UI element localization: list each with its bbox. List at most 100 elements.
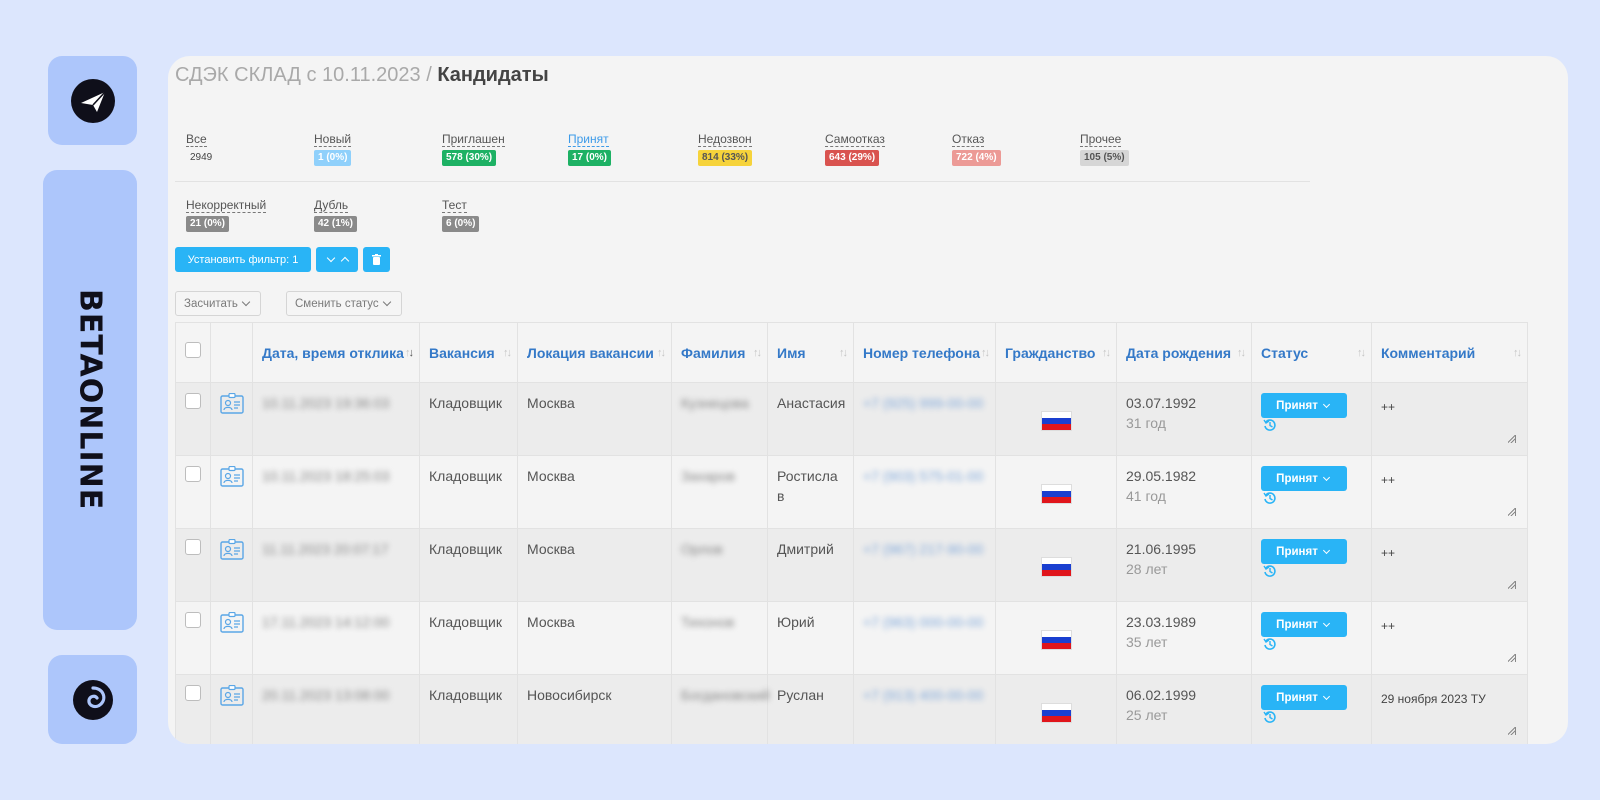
profile-card-icon[interactable]: [220, 538, 244, 560]
profile-card-icon[interactable]: [220, 684, 244, 706]
history-icon[interactable]: [1263, 418, 1277, 432]
cell-citizenship: [995, 528, 1117, 602]
stat-other[interactable]: Прочее 105 (5%): [1080, 132, 1129, 166]
stat-new[interactable]: Новый 1 (0%): [314, 132, 352, 166]
stat-no-answer[interactable]: Недозвон 814 (33%): [698, 132, 753, 166]
col-header-datetime[interactable]: Дата, время отклика ↑↓: [252, 322, 420, 383]
stat-invited[interactable]: Приглашен 578 (30%): [442, 132, 505, 166]
sort-icon[interactable]: ↑↓: [1237, 343, 1246, 363]
resize-handle-icon[interactable]: [1508, 581, 1516, 589]
age-value: 41 год: [1126, 488, 1166, 504]
stat-incorrect[interactable]: Некорректный 21 (0%): [186, 198, 267, 232]
logo-tile[interactable]: [48, 56, 137, 145]
status-dropdown[interactable]: Принят: [1261, 612, 1347, 637]
phone-link[interactable]: +7 (913) 400-00-00: [863, 687, 983, 703]
col-header-location[interactable]: Локация вакансии ↑↓: [517, 322, 672, 383]
table-row[interactable]: 10.11.2023 19:36:03 Кладовщик Москва Куз…: [175, 382, 1528, 456]
sort-icon[interactable]: ↑↓: [1357, 343, 1366, 363]
cell-name: Дмитрий: [767, 528, 854, 602]
change-status-dropdown[interactable]: Сменить статус: [286, 291, 402, 316]
sort-icon[interactable]: ↑↓: [405, 343, 414, 363]
cell-comment[interactable]: 29 ноября 2023 ТУ: [1371, 674, 1528, 744]
cell-surname: Кузнецова: [671, 382, 768, 456]
sort-icon[interactable]: ↑↓: [1102, 343, 1111, 363]
row-checkbox[interactable]: [185, 539, 201, 555]
status-label: Принят: [1276, 472, 1318, 485]
comment-field[interactable]: ++: [1381, 393, 1518, 443]
row-checkbox[interactable]: [185, 685, 201, 701]
comment-field[interactable]: ++: [1381, 612, 1518, 662]
col-header-status[interactable]: Статус ↑↓: [1251, 322, 1372, 383]
col-header-vacancy[interactable]: Вакансия ↑↓: [419, 322, 518, 383]
stat-accepted[interactable]: Принят 17 (0%): [568, 132, 612, 166]
col-header-birthdate[interactable]: Дата рождения ↑↓: [1116, 322, 1252, 383]
sort-icon[interactable]: ↑↓: [503, 343, 512, 363]
cell-comment[interactable]: ++: [1371, 528, 1528, 602]
stat-self-refusal[interactable]: Самоотказ 643 (29%): [825, 132, 885, 166]
cell-surname: Тихонов: [671, 601, 768, 675]
select-all-checkbox[interactable]: [185, 342, 201, 358]
cell-surname: Богдановский: [671, 674, 770, 744]
row-checkbox[interactable]: [185, 466, 201, 482]
expand-collapse-button[interactable]: [316, 247, 358, 272]
stat-label: Новый: [314, 132, 352, 147]
sort-icon[interactable]: ↑↓: [753, 343, 762, 363]
sort-icon[interactable]: ↑↓: [839, 343, 848, 363]
history-icon[interactable]: [1263, 710, 1277, 724]
col-header-phone[interactable]: Номер телефона ↑↓: [853, 322, 996, 383]
sort-icon[interactable]: ↑↓: [981, 343, 990, 363]
row-checkbox[interactable]: [185, 612, 201, 628]
status-dropdown[interactable]: Принят: [1261, 685, 1347, 710]
stat-duplicate[interactable]: Дубль 42 (1%): [314, 198, 358, 232]
status-label: Принят: [1276, 618, 1318, 631]
profile-card-icon[interactable]: [220, 392, 244, 414]
table-row[interactable]: 17.11.2023 14:12:00 Кладовщик Москва Тих…: [175, 601, 1528, 675]
phone-link[interactable]: +7 (925) 999-00-00: [863, 395, 983, 411]
table-row[interactable]: 11.11.2023 20:07:17 Кладовщик Москва Орл…: [175, 528, 1528, 602]
breadcrumb-parent[interactable]: СДЭК СКЛАД с 10.11.2023: [175, 64, 421, 86]
name-value: Ростисла в: [777, 468, 838, 504]
comment-field[interactable]: ++: [1381, 466, 1518, 516]
stat-refusal[interactable]: Отказ 722 (4%): [952, 132, 1001, 166]
phone-link[interactable]: +7 (903) 575-01-00: [863, 468, 983, 484]
col-header-surname[interactable]: Фамилия ↑↓: [671, 322, 768, 383]
history-icon[interactable]: [1263, 637, 1277, 651]
cell-comment[interactable]: ++: [1371, 455, 1528, 529]
resize-handle-icon[interactable]: [1508, 654, 1516, 662]
swirl-tile[interactable]: [48, 655, 137, 744]
breadcrumb: СДЭК СКЛАД с 10.11.2023 / Кандидаты: [175, 64, 549, 87]
stat-test[interactable]: Тест 6 (0%): [442, 198, 480, 232]
comment-field[interactable]: 29 ноября 2023 ТУ: [1381, 685, 1518, 735]
history-icon[interactable]: [1263, 491, 1277, 505]
row-checkbox[interactable]: [185, 393, 201, 409]
sort-icon[interactable]: ↑↓: [657, 343, 666, 363]
col-header-comment[interactable]: Комментарий ↑↓: [1371, 322, 1528, 383]
resize-handle-icon[interactable]: [1508, 435, 1516, 443]
set-filter-button[interactable]: Установить фильтр: 1: [175, 247, 311, 272]
cell-datetime: 11.11.2023 20:07:17: [252, 528, 420, 602]
phone-link[interactable]: +7 (963) 000-00-00: [863, 614, 983, 630]
comment-field[interactable]: ++: [1381, 539, 1518, 589]
history-icon[interactable]: [1263, 564, 1277, 578]
resize-handle-icon[interactable]: [1508, 508, 1516, 516]
status-dropdown[interactable]: Принят: [1261, 466, 1347, 491]
table-row[interactable]: 10.11.2023 18:25:03 Кладовщик Москва Зах…: [175, 455, 1528, 529]
profile-card-icon[interactable]: [220, 611, 244, 633]
cell-comment[interactable]: ++: [1371, 382, 1528, 456]
col-header-citizenship[interactable]: Гражданство ↑↓: [995, 322, 1117, 383]
profile-card-icon[interactable]: [220, 465, 244, 487]
status-dropdown[interactable]: Принят: [1261, 539, 1347, 564]
status-dropdown[interactable]: Принят: [1261, 393, 1347, 418]
cell-name: Анастасия: [767, 382, 854, 456]
chevron-down-icon: [1322, 400, 1330, 408]
table-row[interactable]: 20.11.2023 13:08:00 Кладовщик Новосибирс…: [175, 674, 1528, 744]
resize-handle-icon[interactable]: [1508, 727, 1516, 735]
cell-comment[interactable]: ++: [1371, 601, 1528, 675]
count-dropdown[interactable]: Засчитать: [175, 291, 261, 316]
stat-count: 722 (4%): [952, 150, 1001, 166]
stat-all[interactable]: Все 2949: [186, 132, 216, 166]
col-header-name[interactable]: Имя ↑↓: [767, 322, 854, 383]
clear-filter-button[interactable]: [363, 247, 390, 272]
phone-link[interactable]: +7 (967) 217-90-00: [863, 541, 983, 557]
sort-icon[interactable]: ↑↓: [1513, 343, 1522, 363]
